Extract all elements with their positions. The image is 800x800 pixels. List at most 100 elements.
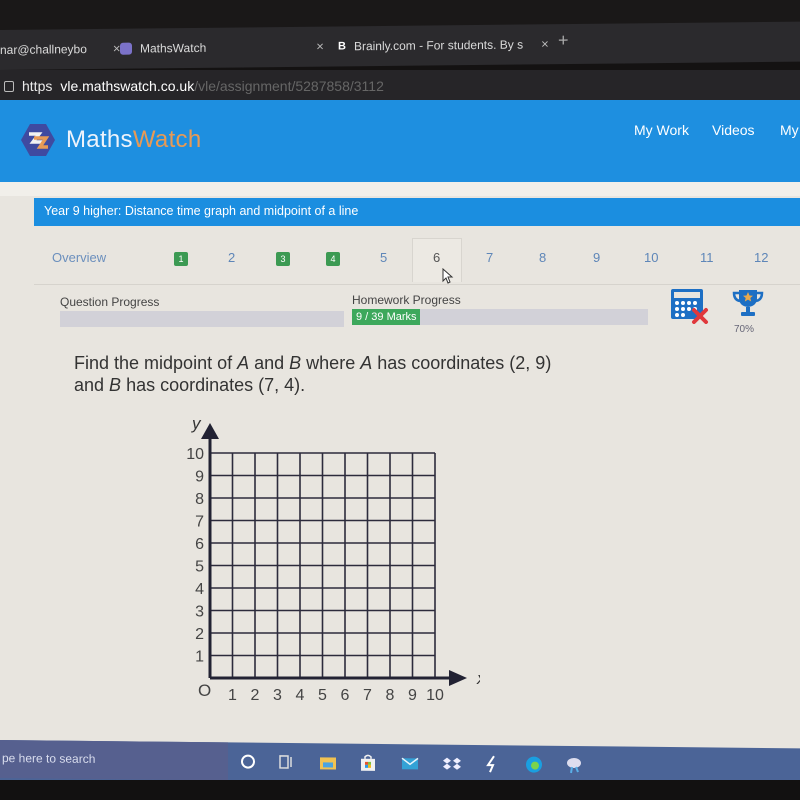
y-tick-label: 6 xyxy=(195,536,204,553)
y-tick-label: 8 xyxy=(195,491,204,508)
tab-question-9[interactable]: 9 xyxy=(593,250,600,265)
question-tabs: Overview 1 2 3 4 5 6 7 8 9 10 11 12 xyxy=(34,230,800,284)
site-header: MathsWatch My Work Videos My xyxy=(0,100,800,182)
nav-my-work[interactable]: My Work xyxy=(634,122,689,138)
tab-question-1[interactable]: 1 xyxy=(174,250,188,266)
close-tab-icon[interactable]: × xyxy=(316,39,324,54)
complete-badge: 1 xyxy=(174,252,188,266)
x-tick-label: 7 xyxy=(363,687,372,704)
trophy-percentage: 70% xyxy=(734,324,755,335)
app-cloud-icon[interactable] xyxy=(564,755,584,775)
tab-title: nar@challneybo xyxy=(0,41,87,57)
browser-tab[interactable]: B Brainly.com - For students. By s × xyxy=(338,36,549,53)
y-tick-label: 1 xyxy=(195,649,204,666)
point-b-label: B xyxy=(289,353,302,373)
text: Find the midpoint of xyxy=(74,353,238,373)
close-tab-icon[interactable]: × xyxy=(541,36,549,51)
point-a-label: A xyxy=(360,353,373,373)
complete-badge: 3 xyxy=(276,252,290,266)
tab-question-3[interactable]: 3 xyxy=(276,250,290,266)
mail-icon[interactable] xyxy=(400,753,420,773)
header-divider xyxy=(0,182,800,196)
mathswatch-logo-icon xyxy=(21,124,55,156)
origin-label: O xyxy=(198,681,211,700)
trophy-icon xyxy=(732,290,764,316)
text: has coordinates (7, 4). xyxy=(121,375,306,395)
tab-question-11[interactable]: 11 xyxy=(700,250,714,265)
y-tick-label: 4 xyxy=(195,581,204,598)
mathswatch-logo[interactable]: MathsWatch xyxy=(20,122,201,158)
calculator-not-allowed-icon xyxy=(671,289,708,324)
tab-question-5[interactable]: 5 xyxy=(380,250,387,265)
x-tick-label: 5 xyxy=(318,687,327,704)
tab-question-10[interactable]: 10 xyxy=(644,250,658,265)
url-protocol: https xyxy=(22,78,53,94)
y-tick-label: 7 xyxy=(195,514,204,531)
browser-tab[interactable]: nar@challneybo × xyxy=(0,41,121,57)
point-a-label: A xyxy=(237,353,250,373)
point-b-label: B xyxy=(109,375,122,395)
tab-title: Brainly.com - For students. By s xyxy=(353,37,524,53)
tab-question-6[interactable]: 6 xyxy=(433,250,440,265)
y-tick-label: 9 xyxy=(195,469,204,486)
text: has coordinates (2, 9) xyxy=(372,353,552,373)
homework-progress-fill: 9 / 39 Marks xyxy=(352,309,421,325)
tab-question-7[interactable]: 7 xyxy=(486,250,493,265)
coordinate-grid[interactable]: yxO1234567891012345678910 xyxy=(160,412,480,712)
store-icon[interactable] xyxy=(358,753,378,773)
address-bar[interactable]: https vle.mathswatch.co.uk/vle/assignment… xyxy=(0,70,800,102)
brand-suffix: Watch xyxy=(132,126,202,153)
lock-icon xyxy=(4,81,14,92)
screen-bezel-bottom xyxy=(0,780,800,800)
url-host: vle.mathswatch.co.uk xyxy=(60,78,195,94)
x-tick-label: 4 xyxy=(296,687,305,704)
tab-question-8[interactable]: 8 xyxy=(539,250,546,265)
x-tick-label: 3 xyxy=(273,687,282,704)
x-axis-label: x xyxy=(476,669,480,688)
taskbar-search-input[interactable]: pe here to search xyxy=(0,740,228,781)
url-path: /vle/assignment/5287858/3112 xyxy=(194,78,384,94)
dropbox-icon[interactable] xyxy=(442,754,462,774)
question-progress-bar xyxy=(60,311,344,327)
tab-question-2[interactable]: 2 xyxy=(228,250,235,265)
text: where xyxy=(301,353,361,373)
browser-tab-active[interactable]: MathsWatch × xyxy=(120,39,324,56)
brand-name: MathsWatch xyxy=(66,126,201,154)
y-axis-label: y xyxy=(191,414,202,433)
y-tick-label: 5 xyxy=(195,559,204,576)
x-axis-arrow-icon xyxy=(449,670,467,686)
assignment-title-bar: Year 9 higher: Distance time graph and m… xyxy=(34,198,800,226)
mathswatch-favicon xyxy=(120,42,132,55)
tabs-divider xyxy=(34,284,800,285)
tick-labels: yxO1234567891012345678910 xyxy=(186,414,480,704)
question-progress-label: Question Progress xyxy=(60,295,160,309)
app-bolt-icon[interactable] xyxy=(482,754,502,774)
text: and xyxy=(74,375,110,395)
tab-title: MathsWatch xyxy=(140,40,207,56)
question-line-1: Find the midpoint of A and B where A has… xyxy=(74,352,634,374)
mouse-cursor-icon xyxy=(442,268,454,284)
text: and xyxy=(249,353,290,373)
homework-progress-label: Homework Progress xyxy=(352,293,461,307)
y-tick-label: 10 xyxy=(186,446,204,463)
x-tick-label: 1 xyxy=(228,687,237,704)
complete-badge: 4 xyxy=(326,252,340,266)
nav-videos[interactable]: Videos xyxy=(712,122,755,138)
tab-question-4[interactable]: 4 xyxy=(326,250,340,266)
y-tick-label: 2 xyxy=(195,626,204,643)
x-tick-label: 9 xyxy=(408,687,417,704)
edge-icon[interactable] xyxy=(524,754,544,774)
brainly-favicon: B xyxy=(338,39,346,52)
new-tab-button[interactable]: + xyxy=(558,30,569,51)
mathswatch-page: MathsWatch My Work Videos My Year 9 high… xyxy=(0,100,800,750)
tab-question-12[interactable]: 12 xyxy=(754,250,768,265)
y-tick-label: 3 xyxy=(195,604,204,621)
cortana-icon[interactable] xyxy=(238,751,258,771)
task-view-icon[interactable] xyxy=(276,752,296,772)
x-tick-label: 6 xyxy=(341,687,350,704)
nav-my-account[interactable]: My xyxy=(780,122,799,138)
x-tick-label: 8 xyxy=(386,687,395,704)
brand-prefix: Maths xyxy=(66,126,133,153)
file-explorer-icon[interactable] xyxy=(318,752,338,772)
tab-overview[interactable]: Overview xyxy=(52,250,106,265)
